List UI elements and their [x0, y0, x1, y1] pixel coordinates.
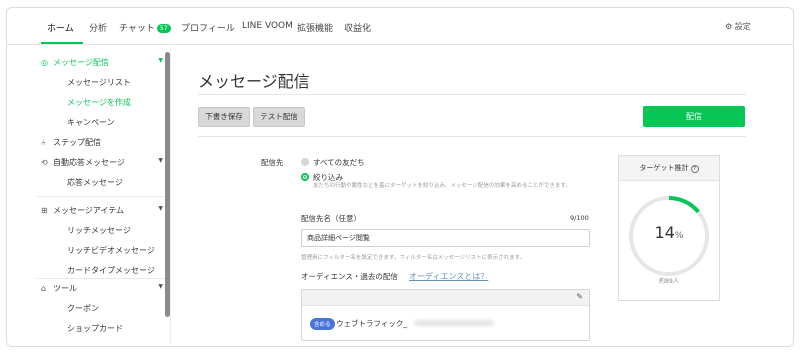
- chevron-down-icon: ▼: [158, 283, 163, 290]
- pencil-icon[interactable]: ✎: [576, 292, 583, 301]
- chevron-down-icon: ▼: [158, 205, 163, 212]
- help-icon[interactable]: ?: [690, 165, 699, 173]
- sidebar-item-label: メッセージアイテム: [53, 206, 125, 215]
- page-title: メッセージ配信: [198, 72, 310, 91]
- narrow-radio[interactable]: [301, 173, 309, 181]
- sidebar-item-shop-card[interactable]: ショップカード: [67, 323, 197, 334]
- sidebar-item-message-items[interactable]: ⊞ メッセージアイテム ▼: [41, 205, 171, 216]
- app-window: ホーム 分析 チャット 57 プロフィール LINE VOOM 拡張機能 収益化 …: [6, 7, 794, 347]
- tab-home[interactable]: ホーム: [47, 21, 74, 34]
- tab-extensions[interactable]: 拡張機能: [297, 21, 333, 34]
- narrow-hint: 友だちの行動や属性などを基にターゲットを絞り込み、メッセージ配信の効果を高めるこ…: [313, 183, 571, 189]
- tab-chat[interactable]: チャット 57: [119, 21, 171, 34]
- top-nav: ホーム 分析 チャット 57 プロフィール LINE VOOM 拡張機能 収益化 …: [7, 8, 793, 45]
- sidebar-item-label: ステップ配信: [53, 138, 101, 147]
- target-estimate-panel: ターゲット推計? 14% 約89人: [618, 155, 720, 301]
- filter-hint: 管理用にフィルター名を設定できます。フィルター名はメッセージリストに表示されます…: [301, 255, 526, 261]
- reply-icon: ⟲: [41, 158, 48, 167]
- recipient-name-input[interactable]: 商品詳細ページ閲覧: [301, 229, 590, 247]
- settings-link[interactable]: ⚙ 設定: [725, 21, 751, 32]
- audience-name: ウェブトラフィック_: [336, 319, 408, 328]
- gear-icon: ⚙: [725, 22, 733, 31]
- sidebar-item-label: ツール: [53, 284, 77, 293]
- plus-box-icon: ⊞: [41, 206, 48, 215]
- sidebar-item-create-message[interactable]: メッセージを作成: [67, 97, 197, 108]
- sidebar-item-card-type[interactable]: カードタイプメッセージ: [67, 265, 197, 276]
- target-percent: 14%: [619, 223, 719, 242]
- test-delivery-button[interactable]: テスト配信: [253, 107, 305, 127]
- sidebar-item-rich-message[interactable]: リッチメッセージ: [67, 225, 197, 236]
- all-friends-radio[interactable]: [301, 158, 309, 166]
- audience-box: ✎ 含める ウェブトラフィック_: [301, 289, 590, 341]
- active-tab-indicator: [41, 42, 83, 44]
- chevron-down-icon: ▼: [158, 57, 163, 64]
- tab-chat-label: チャット: [119, 24, 155, 34]
- char-counter: 9/100: [570, 214, 589, 222]
- approx-suffix: 人: [672, 278, 679, 285]
- target-estimate-header: ターゲット推計?: [619, 156, 719, 181]
- tab-monetization[interactable]: 収益化: [344, 21, 371, 34]
- sidebar-item-label: メッセージ配信: [53, 58, 109, 67]
- redacted-text: [414, 320, 494, 326]
- sidebar-item-message-delivery[interactable]: ◎ メッセージ配信 ▼: [41, 57, 171, 68]
- approx-count: 89: [665, 278, 673, 285]
- percent-unit: %: [674, 231, 684, 241]
- title-divider: [198, 94, 746, 95]
- sidebar-item-reply-message[interactable]: 応答メッセージ: [67, 177, 197, 188]
- chevron-down-icon: ▼: [158, 157, 163, 164]
- sidebar-item-auto-reply[interactable]: ⟲ 自動応答メッセージ ▼: [41, 157, 171, 168]
- percent-value: 14: [654, 223, 675, 242]
- step-icon: ⑃: [41, 138, 46, 147]
- toolbar-divider: [198, 136, 746, 137]
- sidebar-scrollbar[interactable]: [165, 52, 170, 317]
- target-approx-count: 約89人: [619, 276, 719, 285]
- shop-icon: ⌂: [41, 284, 47, 293]
- audience-label: オーディエンス・過去の配信: [301, 272, 398, 281]
- chat-count-badge: 57: [156, 24, 171, 33]
- sidebar-item-message-list[interactable]: メッセージリスト: [67, 77, 197, 88]
- broadcast-icon: ◎: [41, 58, 48, 67]
- sidebar-item-coupon[interactable]: クーポン: [67, 303, 197, 314]
- recipient-label: 配信先: [261, 158, 284, 167]
- sidebar-item-label: 自動応答メッセージ: [53, 158, 125, 167]
- sidebar-item-tools[interactable]: ⌂ ツール ▼: [41, 283, 171, 294]
- tab-profile[interactable]: プロフィール: [181, 21, 235, 34]
- include-badge: 含める: [310, 318, 335, 330]
- sidebar-item-step-delivery[interactable]: ⑃ ステップ配信: [41, 137, 171, 148]
- sidebar-item-campaign[interactable]: キャンペーン: [67, 117, 197, 128]
- tab-analytics[interactable]: 分析: [89, 21, 107, 34]
- target-estimate-title: ターゲット推計: [639, 164, 689, 172]
- audience-help-link[interactable]: オーディエンスとは？: [409, 271, 488, 282]
- settings-label: 設定: [734, 22, 751, 31]
- save-draft-button[interactable]: 下書き保存: [198, 107, 250, 127]
- sidebar-item-rich-video[interactable]: リッチビデオメッセージ: [67, 245, 197, 256]
- tab-line-voom[interactable]: LINE VOOM: [242, 21, 293, 31]
- audience-box-header: ✎: [302, 290, 589, 306]
- all-friends-label[interactable]: すべての友だち: [313, 157, 365, 168]
- deliver-button[interactable]: 配信: [643, 106, 745, 127]
- sidebar-divider: [37, 196, 167, 197]
- sidebar-divider: [37, 278, 167, 279]
- sidebar: ◎ メッセージ配信 ▼ メッセージリスト メッセージを作成 キャンペーン ⑃ ステッ…: [37, 46, 171, 346]
- recipient-name-label: 配信先名（任意）: [301, 214, 361, 223]
